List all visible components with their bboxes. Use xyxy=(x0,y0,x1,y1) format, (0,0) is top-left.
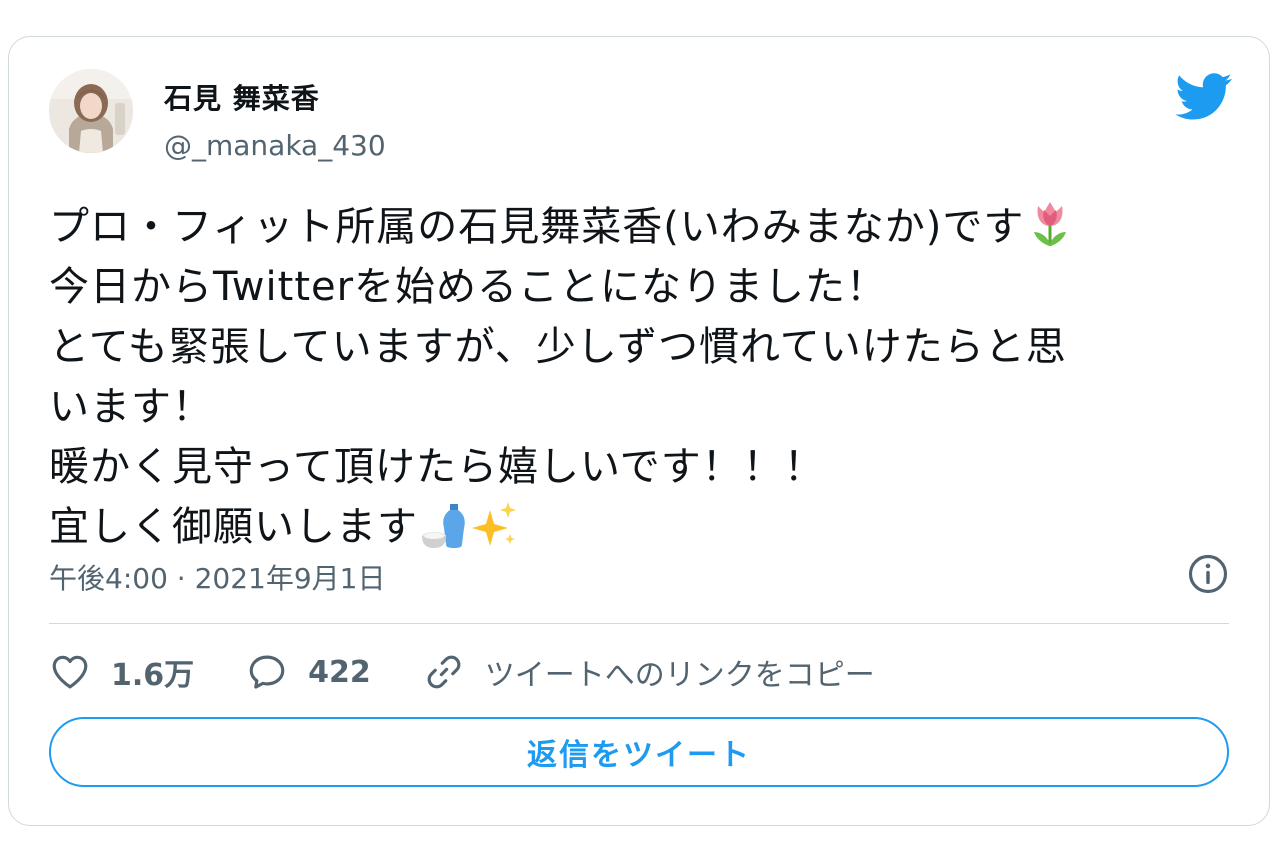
tweet-line-text: 宜しく御願いします xyxy=(49,504,418,550)
tweet-line: とても緊張していますが、少しずつ慣れていけたらと思 xyxy=(49,324,1067,370)
tweet-line: 今日からTwitterを始めることになりました！ xyxy=(49,264,888,310)
reply-tweet-button[interactable]: 返信をツイート xyxy=(49,717,1229,787)
tweet-line: 宜しく御願いします xyxy=(49,497,1239,557)
author-name[interactable]: 石見 舞菜香 xyxy=(164,77,320,117)
tweet-line: 暖かく見守って頂けたら嬉しいです！！！ xyxy=(49,444,825,490)
tweet-line: プロ・フィット所属の石見舞菜香(いわみまなか)です xyxy=(49,197,1239,257)
tweet-line: います！ xyxy=(49,384,213,430)
twitter-bird-icon[interactable] xyxy=(1175,73,1233,121)
author-handle[interactable]: @_manaka_430 xyxy=(164,129,386,162)
copy-link-label: ツイートへのリンクをコピー xyxy=(484,658,875,693)
avatar[interactable] xyxy=(49,69,133,153)
info-icon[interactable] xyxy=(1187,553,1229,595)
like-button[interactable]: 1.6万 xyxy=(49,650,194,694)
heart-icon xyxy=(52,655,88,689)
reply-button[interactable]: 422 xyxy=(246,651,371,693)
sake-emoji xyxy=(422,504,465,548)
tweet-actions: 1.6万 422 ツイートへのリンクをコピー xyxy=(49,641,927,703)
tulip-emoji xyxy=(1034,202,1067,246)
tweet-timestamp[interactable]: 午後4:00 · 2021年9月1日 xyxy=(49,557,385,597)
link-icon xyxy=(427,655,461,689)
sparkles-emoji xyxy=(472,502,516,546)
divider xyxy=(49,623,1229,624)
tweet-text: プロ・フィット所属の石見舞菜香(いわみまなか)です 今日からTwitterを始め… xyxy=(49,197,1239,557)
speech-bubble-icon xyxy=(249,655,285,689)
copy-link-button[interactable]: ツイートへのリンクをコピー xyxy=(423,650,875,694)
tweet-card: 石見 舞菜香 @_manaka_430 プロ・フィット所属の石見舞菜香(いわみま… xyxy=(8,36,1270,826)
reply-count: 422 xyxy=(308,654,371,690)
like-count: 1.6万 xyxy=(111,658,195,693)
tweet-line-text: プロ・フィット所属の石見舞菜香(いわみまなか)です xyxy=(49,204,1025,250)
